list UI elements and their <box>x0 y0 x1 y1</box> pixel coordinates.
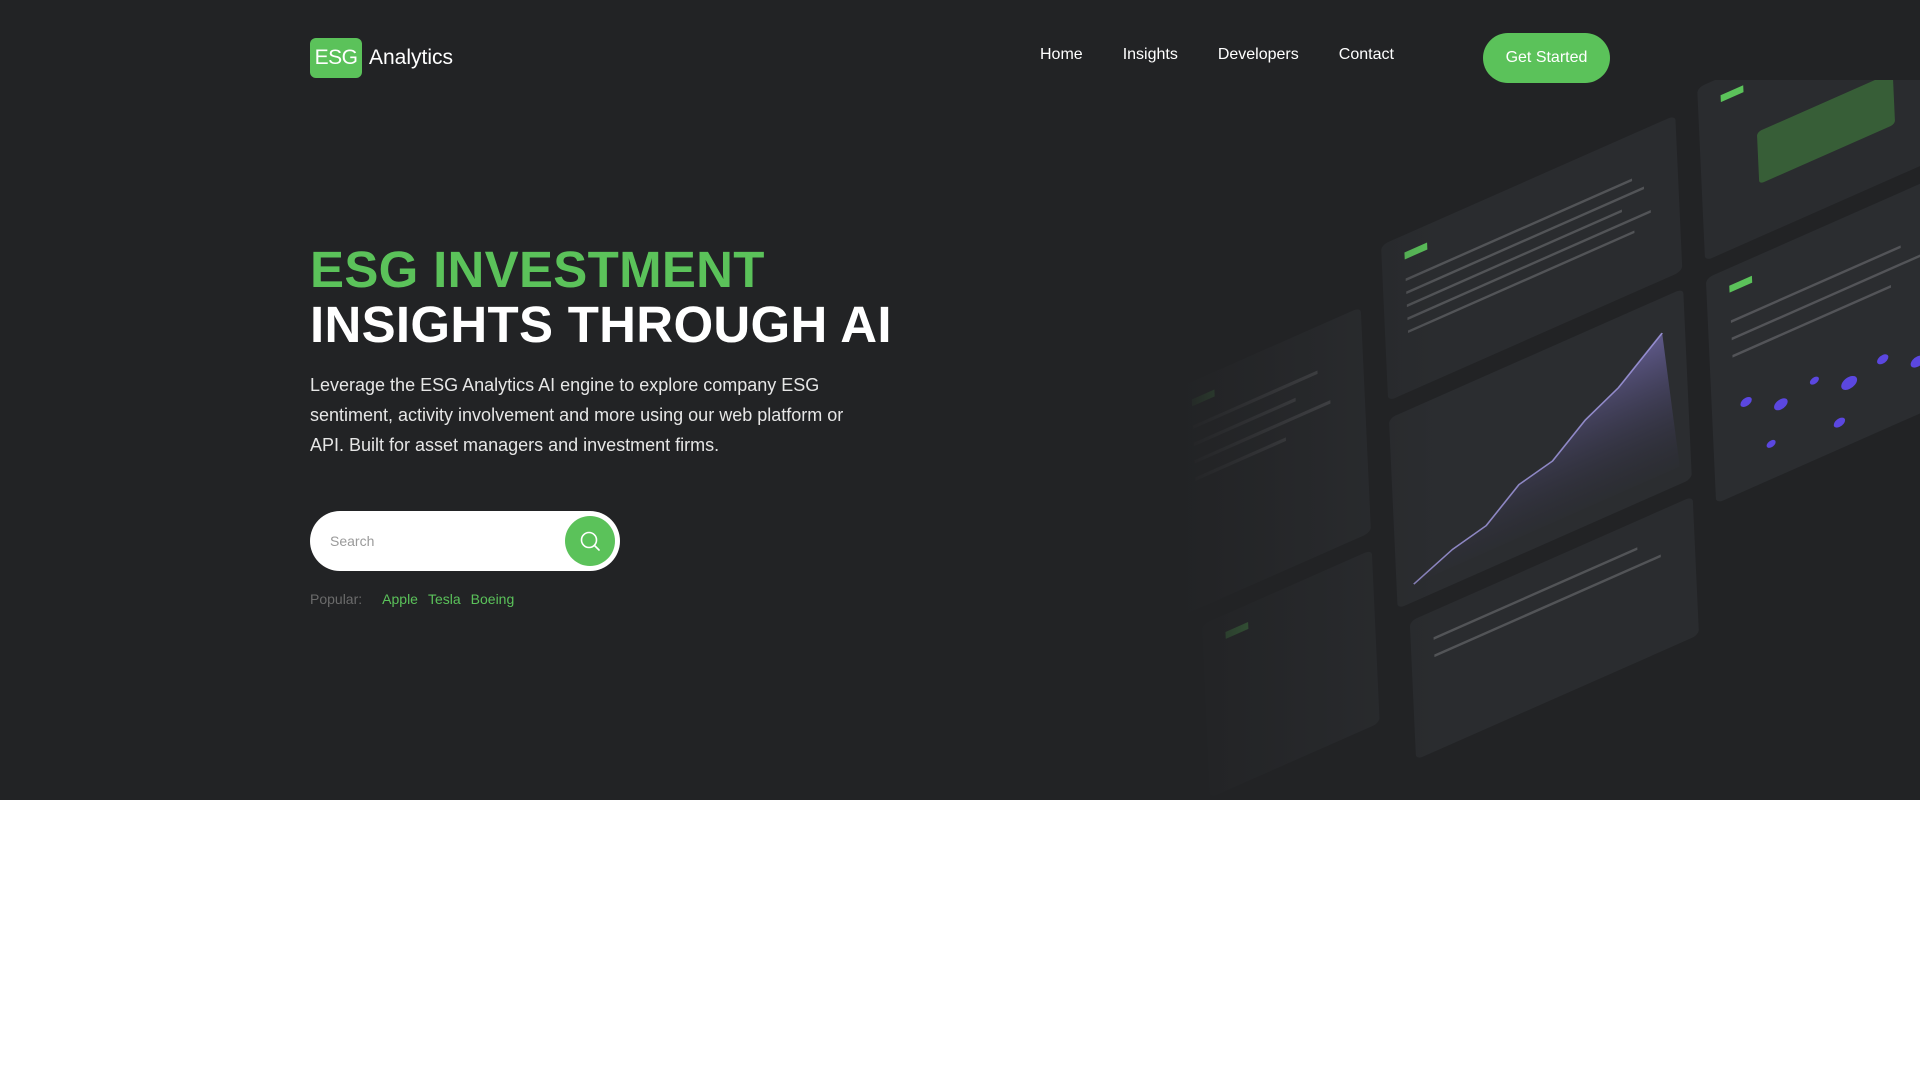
hero-description: Leverage the ESG Analytics AI engine to … <box>310 375 844 455</box>
main-nav: Home Insights Developers Contact <box>1040 46 1394 64</box>
headline-line-1: ESG INVESTMENT <box>310 241 765 298</box>
hero-section: ESG Analytics Home Insights Developers C… <box>0 0 1920 800</box>
popular-searches: Popular: Apple Tesla Boeing <box>310 591 514 607</box>
nav-developers[interactable]: Developers <box>1218 46 1299 64</box>
popular-link-apple[interactable]: Apple <box>382 591 418 607</box>
get-started-button[interactable]: Get Started <box>1483 33 1610 83</box>
popular-link-boeing[interactable]: Boeing <box>471 591 515 607</box>
search-bar <box>310 511 620 571</box>
search-input[interactable] <box>330 529 550 553</box>
popular-link-tesla[interactable]: Tesla <box>428 591 461 607</box>
popular-label: Popular: <box>310 591 363 607</box>
search-button[interactable] <box>565 516 615 566</box>
nav-insights[interactable]: Insights <box>1123 46 1178 64</box>
logo[interactable]: ESG Analytics <box>310 38 453 78</box>
hero-headline: ESG INVESTMENT INSIGHTS THROUGH AI <box>310 242 892 352</box>
logo-badge: ESG <box>310 38 362 78</box>
nav-home[interactable]: Home <box>1040 46 1083 64</box>
search-icon <box>580 531 600 551</box>
nav-contact[interactable]: Contact <box>1339 46 1394 64</box>
dashboard-illustration <box>1180 80 1920 800</box>
logo-text: Analytics <box>369 46 454 69</box>
headline-line-2: INSIGHTS THROUGH AI <box>310 296 892 353</box>
